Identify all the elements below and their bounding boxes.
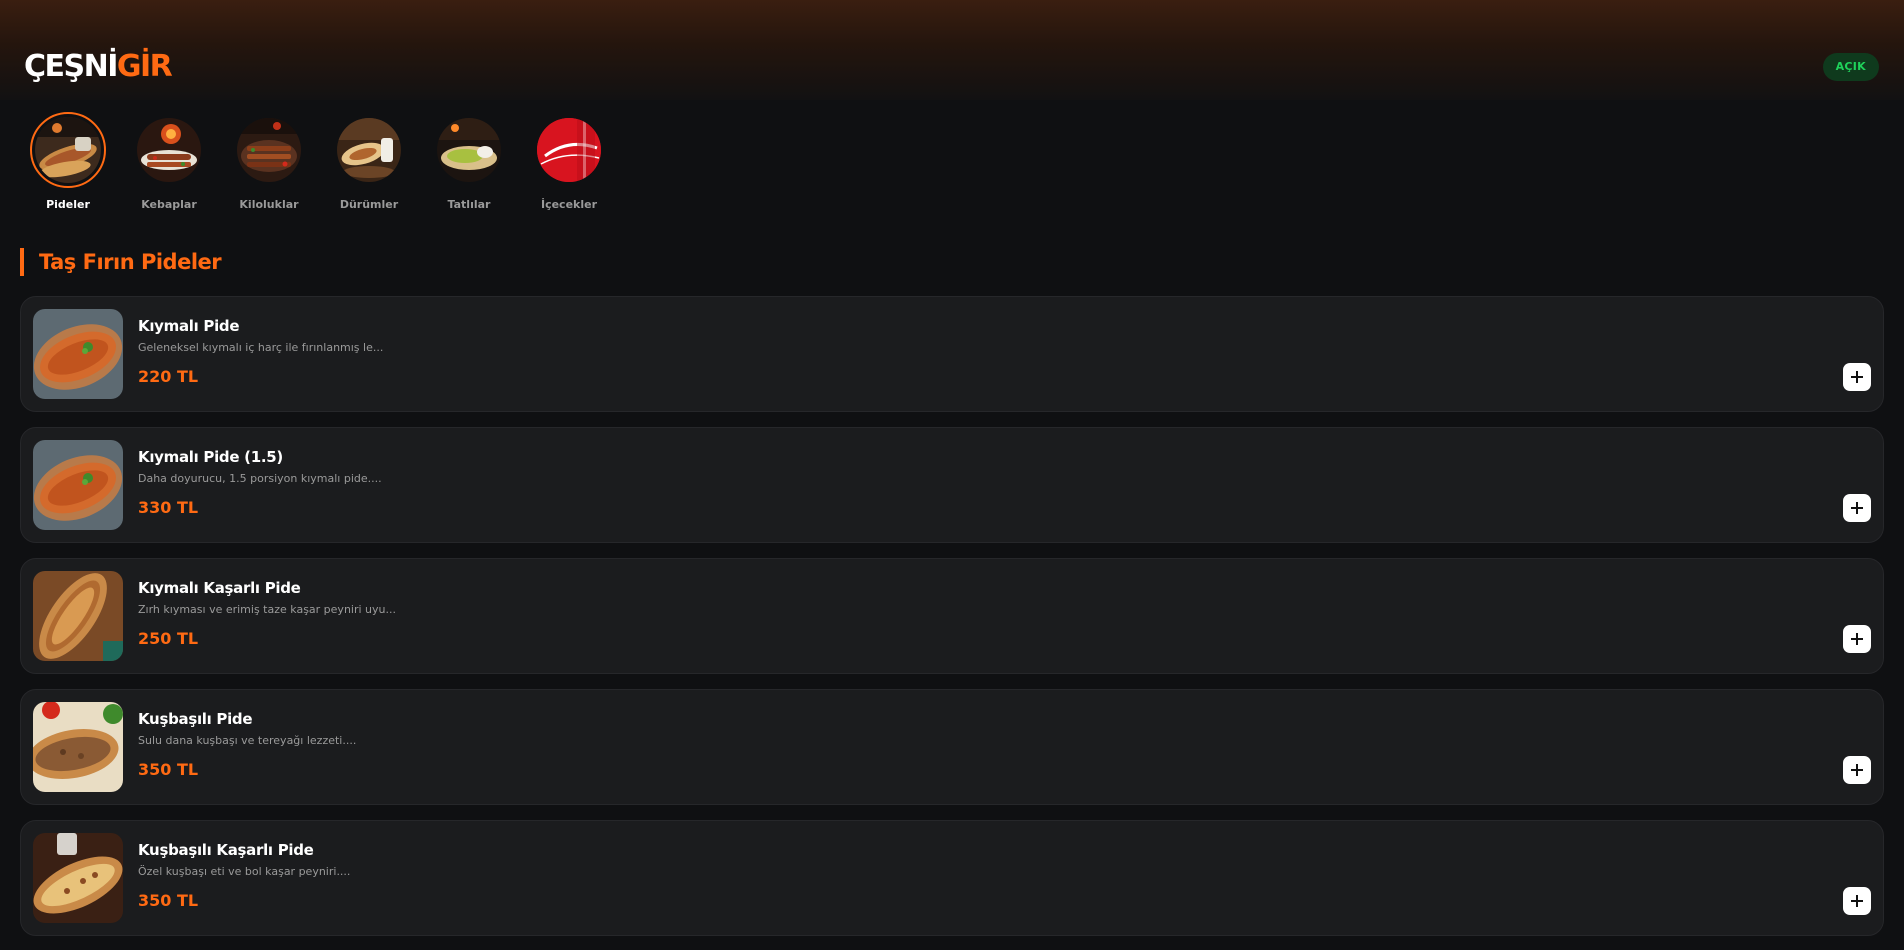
item-name: Kıymalı Pide xyxy=(138,317,240,335)
item-description: Geleneksel kıymalı iç harç ile fırınlanm… xyxy=(138,341,384,354)
add-to-cart-button[interactable] xyxy=(1843,756,1871,784)
kusbasili-kasarli-pide-photo-icon xyxy=(33,833,123,923)
menu-item-card[interactable]: Kıymalı Pide (1.5) Daha doyurucu, 1.5 po… xyxy=(20,427,1884,543)
item-description: Daha doyurucu, 1.5 porsiyon kıymalı pide… xyxy=(138,472,382,485)
open-status-badge: AÇIK xyxy=(1822,53,1879,81)
item-description: Özel kuşbaşı eti ve bol kaşar peyniri...… xyxy=(138,865,351,878)
kusbasili-pide-photo-icon xyxy=(33,702,123,792)
brand-logo[interactable]: ÇEŞNİGİR xyxy=(24,48,173,86)
menu-item-card[interactable]: Kıymalı Kaşarlı Pide Zırh kıyması ve eri… xyxy=(20,558,1884,674)
category-label: İçecekler xyxy=(540,198,598,211)
category-pideler[interactable]: Pideler xyxy=(28,112,108,211)
category-label: Pideler xyxy=(46,198,90,211)
item-description: Sulu dana kuşbaşı ve tereyağı lezzeti...… xyxy=(138,734,357,747)
category-label: Dürümler xyxy=(339,198,399,211)
top-header: ÇEŞNİGİR AÇIK xyxy=(0,0,1904,100)
logo-text-orange: GİR xyxy=(116,49,173,84)
add-to-cart-button[interactable] xyxy=(1843,625,1871,653)
add-to-cart-button[interactable] xyxy=(1843,887,1871,915)
section-title: Taş Fırın Pideler xyxy=(20,248,222,276)
menu-item-card[interactable]: Kuşbaşılı Pide Sulu dana kuşbaşı ve tere… xyxy=(20,689,1884,805)
item-price: 330 TL xyxy=(138,498,199,517)
kebab-image-icon xyxy=(137,118,201,182)
item-name: Kıymalı Kaşarlı Pide xyxy=(138,579,301,597)
kiymali-pide-photo-icon xyxy=(33,440,123,530)
item-description: Zırh kıyması ve erimiş taze kaşar peynir… xyxy=(138,603,396,616)
add-to-cart-button[interactable] xyxy=(1843,494,1871,522)
grill-platter-image-icon xyxy=(237,118,301,182)
item-name: Kuşbaşılı Pide xyxy=(138,710,253,728)
item-price: 250 TL xyxy=(138,629,199,648)
category-label: Kiloluklar xyxy=(239,198,299,211)
kasarli-pide-photo-icon xyxy=(33,571,123,661)
category-kiloluklar[interactable]: Kiloluklar xyxy=(229,112,309,211)
item-price: 350 TL xyxy=(138,891,199,910)
add-to-cart-button[interactable] xyxy=(1843,363,1871,391)
kiymali-pide-photo-icon xyxy=(33,309,123,399)
item-name: Kuşbaşılı Kaşarlı Pide xyxy=(138,841,314,859)
item-name: Kıymalı Pide (1.5) xyxy=(138,448,283,466)
category-label: Tatlılar xyxy=(447,198,491,211)
cola-image-icon xyxy=(537,118,601,182)
dessert-image-icon xyxy=(437,118,501,182)
menu-item-card[interactable]: Kıymalı Pide Geleneksel kıymalı iç harç … xyxy=(20,296,1884,412)
category-durumler[interactable]: Dürümler xyxy=(329,112,409,211)
menu-item-card[interactable]: Kuşbaşılı Kaşarlı Pide Özel kuşbaşı eti … xyxy=(20,820,1884,936)
category-label: Kebaplar xyxy=(141,198,197,211)
item-price: 350 TL xyxy=(138,760,199,779)
category-kebaplar[interactable]: Kebaplar xyxy=(129,112,209,211)
wrap-image-icon xyxy=(337,118,401,182)
category-icecekler[interactable]: İçecekler xyxy=(529,112,609,211)
logo-text-white: ÇEŞNİ xyxy=(24,49,118,84)
item-price: 220 TL xyxy=(138,367,199,386)
category-tatlilar[interactable]: Tatlılar xyxy=(429,112,509,211)
pide-image-icon xyxy=(30,112,106,188)
